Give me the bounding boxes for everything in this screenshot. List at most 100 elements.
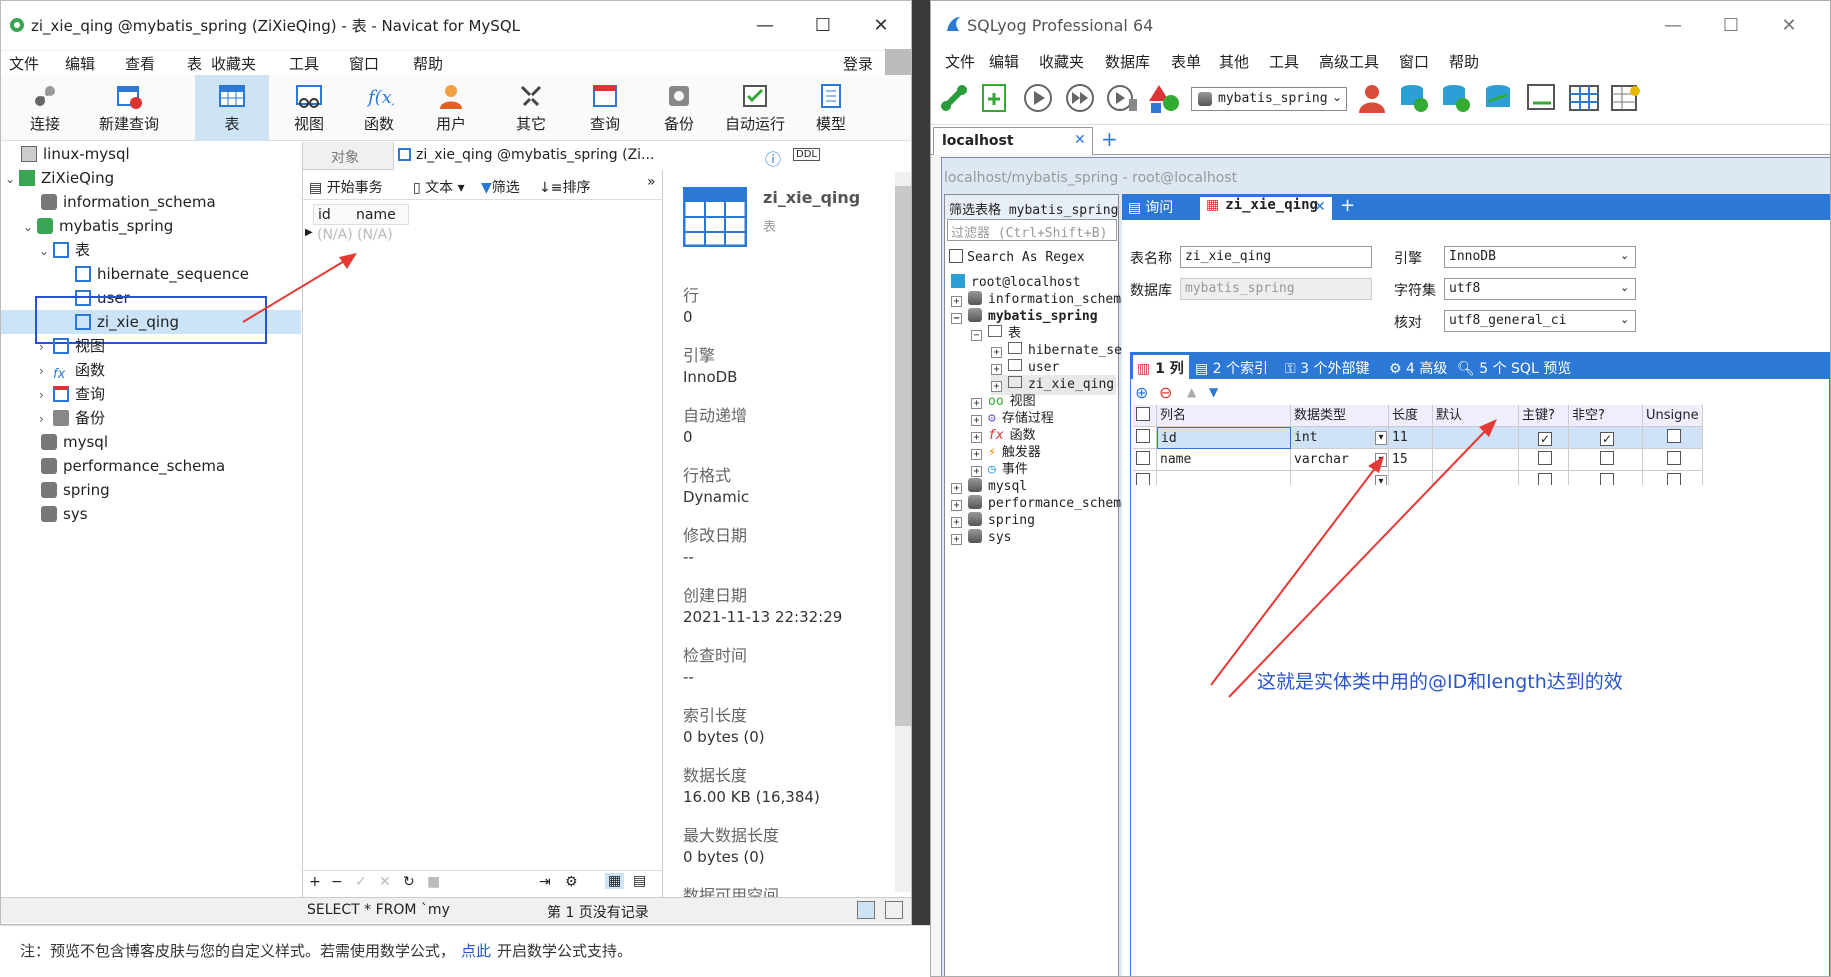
database-select[interactable]: mybatis_spring ⌄ (1191, 87, 1347, 111)
tab-table[interactable]: zi_xie_qing @mybatis_spring (Zi... (393, 142, 663, 170)
tree-item-sys[interactable]: sys (1, 502, 301, 526)
ddl-icon[interactable]: DDL (793, 148, 820, 161)
tree-item-mysql[interactable]: mysql (1, 430, 301, 454)
expand-icon[interactable]: + (971, 432, 982, 443)
execute-icon[interactable] (1021, 81, 1055, 115)
menu-help[interactable]: 帮助 (1449, 51, 1479, 72)
tree-item-mybatis-spring[interactable]: ⌄ mybatis_spring (1, 214, 301, 238)
menu-favorites[interactable]: 收藏夹 (1039, 51, 1084, 72)
new-query-button[interactable]: 新建查询 (89, 75, 169, 141)
checkbox[interactable] (949, 249, 963, 263)
tree-item-sys[interactable]: + sys (951, 528, 1011, 548)
schema-designer-icon[interactable] (1147, 81, 1181, 115)
table-name-input[interactable]: zi_xie_qing (1180, 246, 1372, 268)
table-grid-icon[interactable] (1567, 81, 1601, 115)
menu-help[interactable]: 帮助 (413, 53, 443, 74)
add-tab-icon[interactable]: + (1340, 195, 1355, 216)
regex-checkbox[interactable]: Search As Regex (949, 249, 1085, 265)
tab-sql-preview[interactable]: 🔍︎ 5 个 SQL 预览 (1457, 358, 1571, 378)
collation-dropdown[interactable]: utf8_general_ci (1444, 310, 1636, 332)
menu-edit[interactable]: 编辑 (65, 53, 95, 74)
add-column-icon[interactable]: ⊕ (1135, 383, 1148, 402)
tab-indexes[interactable]: ▤ 2 个索引 (1195, 358, 1268, 378)
grid-view-icon[interactable]: ▦ (605, 873, 625, 889)
execute-edit-icon[interactable] (1105, 81, 1139, 115)
collapse-icon[interactable]: − (951, 313, 962, 324)
move-up-icon[interactable]: ▲ (1187, 385, 1196, 399)
gear-icon[interactable]: ⚙ (565, 874, 578, 890)
menu-edit[interactable]: 编辑 (989, 51, 1019, 72)
table-button[interactable]: 表 (195, 75, 269, 141)
enable-math-link[interactable]: 点此 (461, 942, 491, 960)
layout-left-icon[interactable] (857, 901, 875, 919)
tree-item-functions[interactable]: › fx 函数 (1, 358, 301, 382)
chevron-down-icon[interactable]: ⌄ (39, 239, 53, 263)
expand-icon[interactable]: + (951, 534, 962, 545)
model-button[interactable]: 模型 (801, 75, 861, 141)
maximize-button[interactable]: ☐ (801, 11, 845, 41)
cell-unsigned[interactable] (1643, 427, 1703, 449)
remove-icon[interactable]: − (331, 874, 343, 890)
row-checkbox[interactable] (1133, 471, 1157, 485)
chevron-down-icon[interactable]: ⌄ (23, 215, 37, 239)
restore-db-icon[interactable] (1439, 81, 1473, 115)
expand-icon[interactable]: + (991, 381, 1002, 392)
cancel-icon[interactable]: ✕ (379, 874, 391, 890)
column-header-name[interactable]: name (356, 207, 396, 223)
sync-db-icon[interactable] (1481, 81, 1515, 115)
engine-dropdown[interactable]: InnoDB (1444, 246, 1636, 268)
cell-id[interactable]: (N/A) (317, 227, 353, 243)
tab-localhost[interactable]: localhost ✕ (933, 127, 1093, 155)
tree-item-spring[interactable]: spring (1, 478, 301, 502)
refresh-icon[interactable]: ↻ (403, 874, 415, 890)
cell-name[interactable]: (N/A) (357, 227, 393, 243)
function-button[interactable]: f(x)函数 (349, 75, 409, 141)
remove-column-icon[interactable]: ⊖ (1159, 383, 1172, 402)
expand-icon[interactable]: + (951, 500, 962, 511)
chevron-right-icon[interactable]: › (39, 359, 53, 383)
menu-table[interactable]: 表 (187, 53, 202, 74)
tab-foreign-keys[interactable]: ⚿ 3 个外部键 (1285, 358, 1369, 378)
row-checkbox[interactable] (1133, 449, 1157, 471)
charset-dropdown[interactable]: utf8 (1444, 278, 1636, 300)
expand-icon[interactable]: + (971, 449, 982, 460)
tree-item-backups[interactable]: › 备份 (1, 406, 301, 430)
more-icon[interactable]: » (647, 174, 656, 190)
close-button[interactable]: ✕ (859, 11, 903, 41)
tree-item-queries[interactable]: › 查询 (1, 382, 301, 406)
expand-icon[interactable]: + (951, 296, 962, 307)
menu-window[interactable]: 窗口 (1399, 51, 1429, 72)
form-view-icon[interactable]: ▤ (633, 873, 646, 889)
close-icon[interactable]: ✕ (1074, 132, 1086, 148)
tab-objects[interactable]: 对象 (331, 147, 359, 167)
expand-icon[interactable]: + (971, 466, 982, 477)
tree-item-information-schema[interactable]: information_schema (1, 190, 301, 214)
apply-icon[interactable]: ✓ (355, 874, 367, 890)
import-icon[interactable] (1525, 81, 1559, 115)
close-icon[interactable]: ✕ (1314, 199, 1326, 215)
scrollbar[interactable] (895, 172, 911, 892)
automation-button[interactable]: 自动运行 (719, 75, 791, 141)
close-button[interactable]: ✕ (1767, 11, 1811, 41)
filter-input[interactable]: 过滤器 (Ctrl+Shift+B) (947, 219, 1117, 241)
other-button[interactable]: 其它 (501, 75, 561, 141)
tree-item-linux-mysql[interactable]: linux-mysql (1, 142, 301, 166)
add-icon[interactable]: + (309, 874, 321, 890)
maximize-button[interactable]: ☐ (1709, 11, 1753, 41)
menu-other[interactable]: 其他 (1219, 51, 1249, 72)
expand-icon[interactable]: + (971, 415, 982, 426)
cell-unsigned[interactable] (1643, 471, 1703, 485)
layout-right-icon[interactable] (885, 901, 903, 919)
chevron-down-icon[interactable]: ⌄ (5, 167, 19, 191)
tree-item-zixieqing[interactable]: ⌄ ZiXieQing (1, 166, 301, 190)
column-header-id[interactable]: id (318, 207, 331, 223)
menu-window[interactable]: 窗口 (349, 53, 379, 74)
sort-button[interactable]: ↓≡排序 (539, 177, 590, 197)
move-down-icon[interactable]: ▼ (1209, 385, 1218, 399)
expand-icon[interactable]: + (951, 517, 962, 528)
query-button[interactable]: 查询 (575, 75, 635, 141)
expand-icon[interactable]: + (991, 347, 1002, 358)
filter-button[interactable]: ▼筛选 (481, 177, 520, 197)
info-icon[interactable]: ⓘ (765, 146, 781, 170)
expand-icon[interactable]: + (991, 364, 1002, 375)
